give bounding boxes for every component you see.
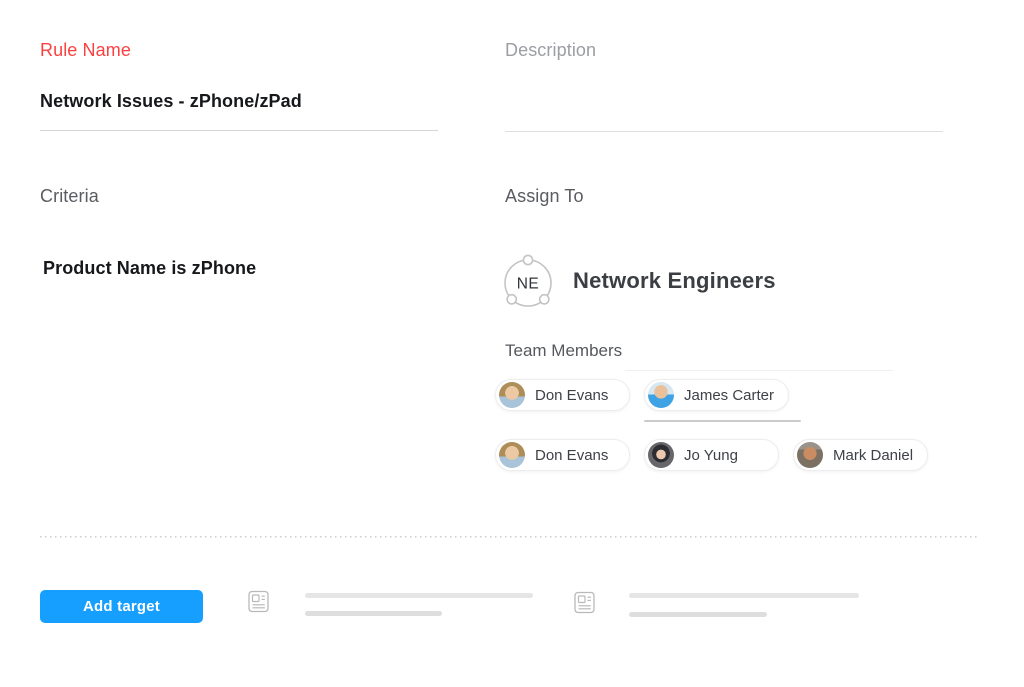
placeholder-line bbox=[629, 593, 859, 598]
team-members-row-2: Don Evans Jo Yung Mark Daniel bbox=[495, 439, 928, 471]
news-icon bbox=[574, 591, 595, 619]
team-member-name: Jo Yung bbox=[684, 447, 738, 464]
team-member-chip[interactable]: Don Evans bbox=[495, 439, 630, 471]
team-member-name: Mark Daniel bbox=[833, 447, 913, 464]
add-target-button[interactable]: Add target bbox=[40, 590, 203, 623]
description-label: Description bbox=[505, 40, 596, 61]
team-member-name: Don Evans bbox=[535, 387, 608, 404]
assign-to-label: Assign To bbox=[505, 186, 584, 207]
team-member-name: Don Evans bbox=[535, 447, 608, 464]
criteria-value[interactable]: Product Name is zPhone bbox=[43, 258, 256, 279]
dotted-divider bbox=[40, 536, 977, 538]
avatar bbox=[648, 382, 674, 408]
team-member-chip[interactable]: Don Evans bbox=[495, 379, 630, 411]
avatar bbox=[648, 442, 674, 468]
team-name: Network Engineers bbox=[573, 268, 776, 294]
team-member-chip[interactable]: James Carter bbox=[644, 379, 789, 411]
criteria-label: Criteria bbox=[40, 186, 99, 207]
chips-container-edge bbox=[625, 370, 893, 371]
rule-name-input[interactable]: Network Issues - zPhone/zPad bbox=[40, 91, 302, 112]
rule-name-underline bbox=[40, 130, 438, 131]
placeholder-line bbox=[305, 611, 442, 616]
team-member-chip[interactable]: Jo Yung bbox=[644, 439, 779, 471]
team-member-name: James Carter bbox=[684, 387, 774, 404]
news-icon bbox=[248, 590, 269, 618]
avatar bbox=[499, 382, 525, 408]
rule-name-label: Rule Name bbox=[40, 40, 131, 61]
team-member-chip[interactable]: Mark Daniel bbox=[793, 439, 928, 471]
placeholder-line bbox=[305, 593, 533, 598]
avatar bbox=[499, 442, 525, 468]
description-input[interactable] bbox=[505, 91, 943, 125]
team-badge[interactable]: NE bbox=[499, 252, 557, 314]
avatar bbox=[797, 442, 823, 468]
team-network-icon: NE bbox=[499, 252, 557, 314]
team-members-row-1: Don Evans James Carter bbox=[495, 379, 789, 411]
description-underline bbox=[505, 131, 943, 132]
team-members-label: Team Members bbox=[505, 341, 622, 361]
assignment-rule-form: Rule Name Network Issues - zPhone/zPad D… bbox=[0, 0, 1024, 687]
chips-scrollbar[interactable] bbox=[644, 420, 801, 422]
placeholder-line bbox=[629, 612, 767, 617]
team-initials: NE bbox=[517, 276, 540, 293]
